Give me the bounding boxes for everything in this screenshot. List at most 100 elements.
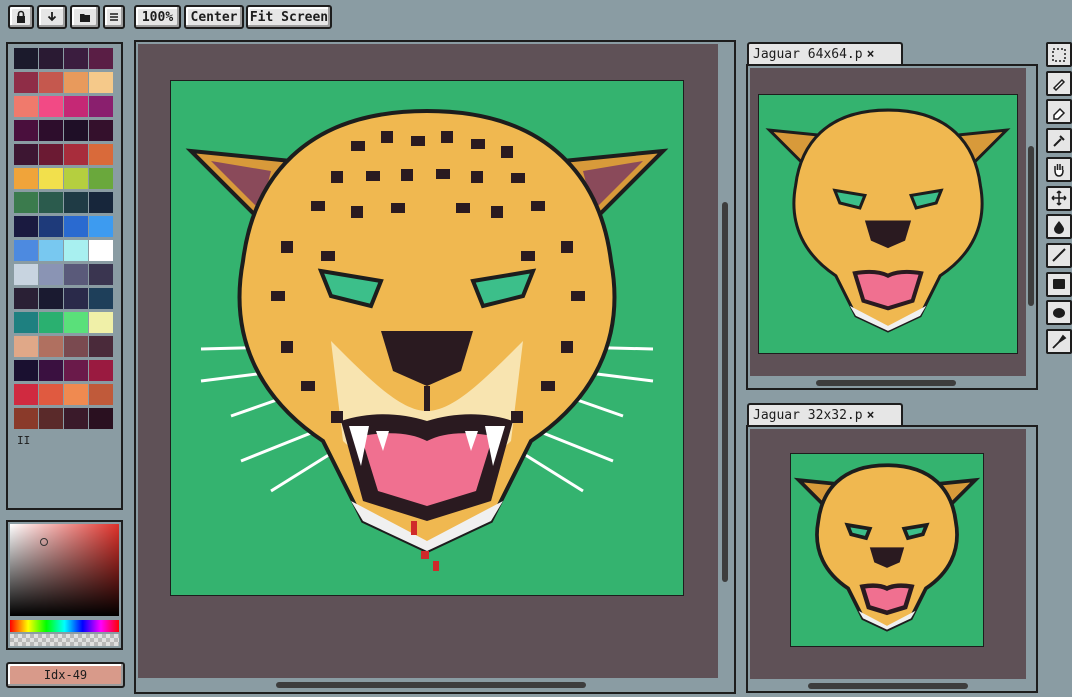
- center-button[interactable]: Center: [184, 5, 244, 29]
- palette-swatch[interactable]: [89, 168, 113, 189]
- fill-tool-button[interactable]: [1046, 214, 1072, 240]
- pencil-tool-button[interactable]: [1046, 70, 1072, 96]
- move-tool-button[interactable]: [1046, 185, 1072, 211]
- main-canvas-vscroll-thumb[interactable]: [722, 202, 728, 582]
- folder-button[interactable]: [70, 5, 100, 29]
- main-canvas-hscroll-thumb[interactable]: [276, 682, 586, 688]
- palette-swatch[interactable]: [39, 384, 63, 405]
- alpha-bar[interactable]: [10, 634, 119, 646]
- palette-swatch[interactable]: [89, 288, 113, 309]
- palette-swatch[interactable]: [89, 360, 113, 381]
- hue-bar[interactable]: [10, 620, 119, 632]
- selection-tool-button[interactable]: [1046, 42, 1072, 67]
- palette-swatch[interactable]: [14, 120, 38, 141]
- preview-32-artwork[interactable]: [790, 453, 984, 647]
- palette-swatch[interactable]: [89, 48, 113, 69]
- palette-swatch[interactable]: [64, 144, 88, 165]
- palette-swatch[interactable]: [89, 72, 113, 93]
- palette-swatch[interactable]: [14, 288, 38, 309]
- palette-swatch[interactable]: [39, 48, 63, 69]
- palette-swatch[interactable]: [39, 360, 63, 381]
- palette-swatch[interactable]: [89, 408, 113, 429]
- palette-swatch[interactable]: [64, 120, 88, 141]
- zoom-button[interactable]: 100%: [134, 5, 181, 29]
- palette-swatch[interactable]: [39, 96, 63, 117]
- fit-screen-button[interactable]: Fit Screen: [246, 5, 332, 29]
- palette-swatch[interactable]: [89, 96, 113, 117]
- palette-swatch[interactable]: [14, 360, 38, 381]
- palette-swatch[interactable]: [64, 312, 88, 333]
- palette-swatch[interactable]: [64, 288, 88, 309]
- palette-swatch[interactable]: [39, 72, 63, 93]
- hand-tool-button[interactable]: [1046, 156, 1072, 182]
- palette-swatch[interactable]: [39, 216, 63, 237]
- palette-swatch[interactable]: [64, 360, 88, 381]
- ellipse-tool-button[interactable]: [1046, 300, 1072, 326]
- palette-swatch[interactable]: [64, 72, 88, 93]
- palette-swatch[interactable]: [14, 408, 38, 429]
- saturation-value-field[interactable]: [10, 524, 119, 616]
- palette-swatch[interactable]: [64, 168, 88, 189]
- palette-swatch[interactable]: [64, 264, 88, 285]
- menu-button[interactable]: [103, 5, 125, 29]
- palette-swatch[interactable]: [64, 192, 88, 213]
- palette-swatch[interactable]: [89, 336, 113, 357]
- line-tool-button[interactable]: [1046, 242, 1072, 268]
- palette-swatch[interactable]: [89, 120, 113, 141]
- palette-swatch[interactable]: [39, 144, 63, 165]
- color-picker-panel: [6, 520, 123, 650]
- palette-swatch[interactable]: [89, 264, 113, 285]
- palette-swatch[interactable]: [64, 408, 88, 429]
- palette-swatch[interactable]: [14, 96, 38, 117]
- palette-swatch[interactable]: [64, 336, 88, 357]
- eyedropper-tool-button[interactable]: [1046, 128, 1072, 154]
- palette-swatch[interactable]: [39, 264, 63, 285]
- palette-swatch[interactable]: [14, 336, 38, 357]
- close-icon[interactable]: ×: [867, 408, 875, 423]
- tab-preview-64[interactable]: Jaguar 64x64.p ×: [747, 42, 903, 64]
- palette-swatch[interactable]: [39, 168, 63, 189]
- palette-swatch[interactable]: [89, 192, 113, 213]
- eyedropper-icon: [1053, 134, 1065, 147]
- palette-swatch[interactable]: [14, 216, 38, 237]
- palette-swatch[interactable]: [39, 288, 63, 309]
- palette-swatch[interactable]: [14, 384, 38, 405]
- palette-swatch[interactable]: [89, 144, 113, 165]
- brush-tool-button[interactable]: [1046, 329, 1072, 354]
- palette-swatch[interactable]: [64, 48, 88, 69]
- palette-swatch[interactable]: [14, 72, 38, 93]
- close-icon[interactable]: ×: [867, 47, 875, 62]
- palette-swatch[interactable]: [14, 192, 38, 213]
- palette-swatch[interactable]: [14, 312, 38, 333]
- palette-swatch[interactable]: [14, 168, 38, 189]
- palette-swatch[interactable]: [89, 312, 113, 333]
- palette-swatch[interactable]: [39, 336, 63, 357]
- palette-swatch[interactable]: [64, 96, 88, 117]
- preview-32-hscroll-thumb[interactable]: [808, 683, 968, 689]
- palette-swatch[interactable]: [64, 216, 88, 237]
- canvas-artwork[interactable]: [170, 80, 684, 596]
- palette-swatch[interactable]: [39, 240, 63, 261]
- eraser-tool-button[interactable]: [1046, 99, 1072, 125]
- palette-swatch[interactable]: [39, 408, 63, 429]
- color-picker-cursor[interactable]: [40, 538, 48, 546]
- palette-swatch[interactable]: [14, 240, 38, 261]
- rectangle-tool-button[interactable]: [1046, 271, 1072, 297]
- lock-button[interactable]: [8, 5, 34, 29]
- palette-swatch[interactable]: [89, 384, 113, 405]
- preview-64-vscroll-thumb[interactable]: [1028, 146, 1034, 306]
- palette-swatch[interactable]: [39, 192, 63, 213]
- palette-swatch[interactable]: [14, 264, 38, 285]
- download-button[interactable]: [37, 5, 67, 29]
- palette-swatch[interactable]: [14, 48, 38, 69]
- palette-swatch[interactable]: [14, 144, 38, 165]
- palette-swatch[interactable]: [64, 240, 88, 261]
- palette-swatch[interactable]: [89, 240, 113, 261]
- preview-64-hscroll-thumb[interactable]: [816, 380, 956, 386]
- palette-swatch[interactable]: [64, 384, 88, 405]
- preview-64-artwork[interactable]: [758, 94, 1018, 354]
- palette-swatch[interactable]: [89, 216, 113, 237]
- palette-swatch[interactable]: [39, 312, 63, 333]
- palette-swatch[interactable]: [39, 120, 63, 141]
- tab-preview-32[interactable]: Jaguar 32x32.p ×: [747, 403, 903, 425]
